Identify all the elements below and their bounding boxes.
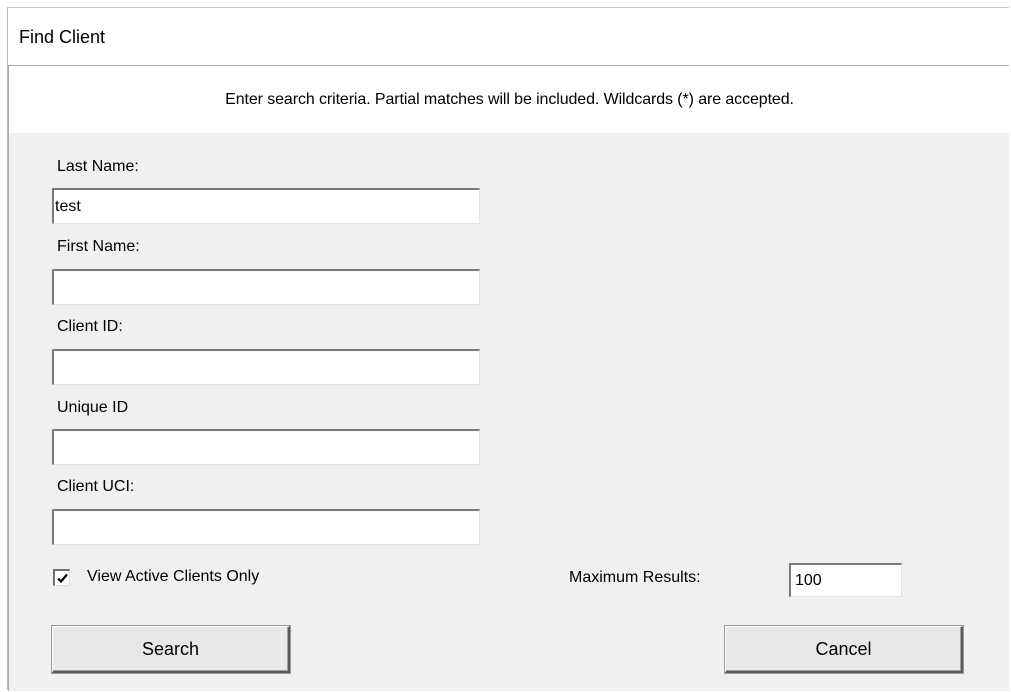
first-name-input[interactable] [52,269,480,305]
instructions-banner: Enter search criteria. Partial matches w… [9,66,1010,133]
client-id-input[interactable] [52,349,480,385]
title-bar[interactable]: Find Client [8,8,1009,65]
max-results-label: Maximum Results: [569,569,701,586]
find-client-dialog: Find Client Enter search criteria. Parti… [7,7,1010,691]
instructions-text: Enter search criteria. Partial matches w… [225,91,794,108]
first-name-label: First Name: [57,238,140,255]
search-button[interactable]: Search [52,626,290,673]
unique-id-input[interactable] [52,429,480,465]
active-clients-checkbox[interactable] [53,569,70,586]
checkmark-icon [57,573,68,584]
unique-id-label: Unique ID [57,399,129,416]
client-uci-input[interactable] [52,509,480,545]
client-uci-label: Client UCI: [57,478,135,495]
window-title: Find Client [19,27,106,47]
last-name-input[interactable] [52,188,480,224]
cancel-button[interactable]: Cancel [725,626,963,673]
active-clients-label[interactable]: View Active Clients Only [87,568,259,586]
client-id-label: Client ID: [57,318,123,335]
max-results-input[interactable] [789,563,902,597]
dialog-body: Enter search criteria. Partial matches w… [8,65,1010,691]
last-name-label: Last Name: [57,158,139,175]
